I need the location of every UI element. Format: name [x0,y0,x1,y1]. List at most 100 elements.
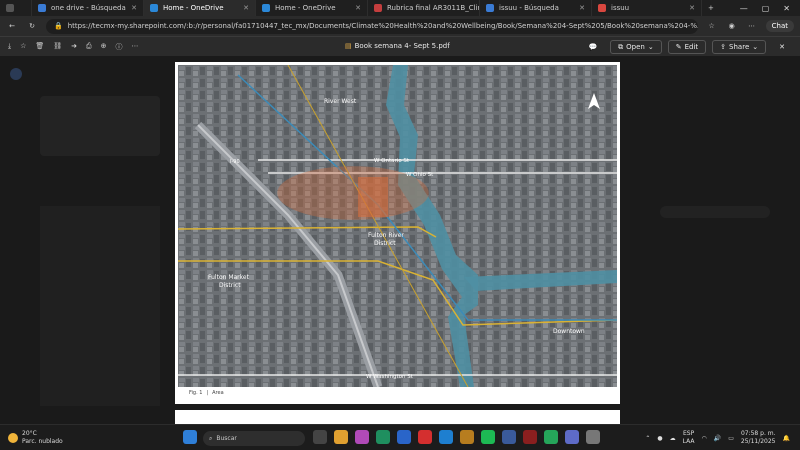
facebook-icon[interactable] [397,430,411,444]
tab-actions[interactable] [0,0,32,16]
pdf-next-page [175,410,620,424]
trash-icon[interactable]: 🗑 [35,42,44,52]
issuu-icon [598,4,606,12]
notification-icon[interactable]: 🔔 [783,435,790,442]
pdf-toolbar: ⤓ ☆ 🗑 ⛓ ➜ ⎙ ⊕ ⓘ ⋯ ▤ Book semana 4- Sept … [0,36,800,56]
spotify-icon[interactable] [481,430,495,444]
battery-icon[interactable]: ▭ [728,435,734,442]
language-indicator[interactable]: ESP LAA [683,430,695,446]
share-button[interactable]: ⇪ Share ⌄ [712,40,767,54]
new-tab-button[interactable]: + [702,0,722,16]
cloud-icon[interactable]: ☁ [670,435,676,442]
label-i90: I-90 [230,159,240,165]
share-label: Share [729,43,750,51]
tab-bing-search[interactable]: one drive - Búsqueda ✕ [32,0,144,16]
taskbar-start [183,430,197,444]
label-river-west: River West [324,98,357,105]
illustrator-icon[interactable] [523,430,537,444]
download-icon[interactable]: ⤓ [8,42,11,52]
link-icon[interactable]: ⛓ [53,42,62,52]
lock-icon: 🔒 [54,22,63,30]
ghost-list [40,206,160,406]
temperature: 20°C [22,430,37,437]
edit-label: Edit [684,43,699,51]
pdf-title: ▤ Book semana 4- Sept 5.pdf [345,42,450,50]
back-icon[interactable]: ← [6,22,18,30]
aerial-map: River West W Ontario St W Ohio St Fulton… [178,65,617,387]
star-icon[interactable]: ☆ [20,42,26,52]
system-tray: ⌃ ● ☁ ESP LAA ◠ 🔊 ▭ 07:58 p. m. 25/11/20… [645,430,790,446]
cloud-icon [150,4,158,12]
label-ontario: W Ontario St [374,158,410,164]
windows-start-icon[interactable] [183,430,197,444]
url-text: https://tecmx-my.sharepoint.com/:b:/r/pe… [67,22,698,30]
chevron-down-icon: ⌄ [752,43,759,51]
close-icon[interactable]: ✕ [689,4,695,12]
workspaces-icon [6,4,14,12]
tab-label: one drive - Búsqueda [51,4,126,12]
info-icon[interactable]: ⓘ [116,42,123,52]
youtube-icon[interactable] [418,430,432,444]
address-bar: ← ↻ 🔒 https://tecmx-my.sharepoint.com/:b… [0,16,800,36]
label-ohio: W Ohio St [406,172,434,178]
close-viewer-icon[interactable]: ✕ [772,40,792,54]
wifi-icon[interactable]: ◠ [702,435,707,442]
close-icon[interactable]: ✕ [355,4,361,12]
minimize-icon[interactable]: — [740,4,748,13]
figure-separator: | [206,390,209,396]
clock[interactable]: 07:58 p. m. 25/11/2025 [741,430,776,446]
close-icon[interactable]: ✕ [243,4,249,12]
close-icon[interactable]: ✕ [579,4,585,12]
tab-label: Home - OneDrive [163,4,224,12]
edit-button[interactable]: ✎ Edit [667,40,707,54]
more-icon[interactable]: ⋯ [132,42,139,52]
tab-issuu[interactable]: issuu ✕ [592,0,702,16]
file-explorer-icon[interactable] [334,430,348,444]
print-icon[interactable]: ⎙ [86,42,92,52]
ghost-avatar [10,68,22,80]
favorite-star-icon[interactable]: ☆ [706,22,718,30]
open-button[interactable]: ⧉ Open ⌄ [610,40,662,54]
url-field[interactable]: 🔒 https://tecmx-my.sharepoint.com/:b:/r/… [46,18,698,34]
weather-widget[interactable]: 20°C Parc. nublado [8,430,63,446]
teams-icon[interactable] [565,430,579,444]
date: 25/11/2025 [740,438,776,445]
tab-rubrica[interactable]: Rubrica final AR3011B_Climate,he✕ [368,0,480,16]
recording-icon[interactable]: ● [657,435,662,442]
figure-number: Fig. 1 [189,390,203,396]
taskbar-search[interactable]: ⌕ Buscar [203,431,305,446]
windows-taskbar: 20°C Parc. nublado ⌕ Buscar ⌃ ● ☁ ESP LA… [0,424,800,450]
copilot-icon[interactable] [355,430,369,444]
label-fulton-river-district: District [374,240,396,247]
whatsapp-icon[interactable] [544,430,558,444]
pdf-title-text: Book semana 4- Sept 5.pdf [354,42,450,50]
settings-icon[interactable] [586,430,600,444]
more-icon[interactable]: ⋯ [746,22,758,30]
word-icon[interactable] [502,430,516,444]
time: 07:58 p. m. [740,430,776,437]
search-placeholder: Buscar [216,435,237,442]
refresh-icon[interactable]: ↻ [26,22,38,30]
task-view-icon[interactable] [313,430,327,444]
weather-text: Parc. nublado [22,438,63,445]
volume-icon[interactable]: 🔊 [714,435,721,442]
comment-icon[interactable]: 💬 [581,40,604,54]
profile-icon[interactable]: ◉ [726,22,738,30]
pdf-tools: ⤓ ☆ 🗑 ⛓ ➜ ⎙ ⊕ ⓘ ⋯ [0,42,139,52]
pin-icon[interactable]: ⊕ [101,42,107,52]
tab-onedrive-active[interactable]: Home - OneDrive ✕ [144,0,256,16]
close-icon[interactable]: ✕ [131,4,137,12]
figure-caption-text: Area [212,390,224,396]
chevron-up-icon[interactable]: ⌃ [645,435,650,442]
tab-onedrive[interactable]: Home - OneDrive ✕ [256,0,368,16]
move-icon[interactable]: ➜ [71,42,77,52]
folder-icon[interactable] [460,430,474,444]
close-window-icon[interactable]: ✕ [783,4,790,13]
tab-issuu-search[interactable]: issuu - Búsqueda ✕ [480,0,592,16]
copilot-chat-button[interactable]: Chat [765,20,794,32]
edge-icon[interactable] [376,430,390,444]
maximize-icon[interactable]: ▢ [762,4,770,13]
open-external-icon: ⧉ [618,42,624,51]
store-icon[interactable] [439,430,453,444]
ghost-card [40,96,160,156]
